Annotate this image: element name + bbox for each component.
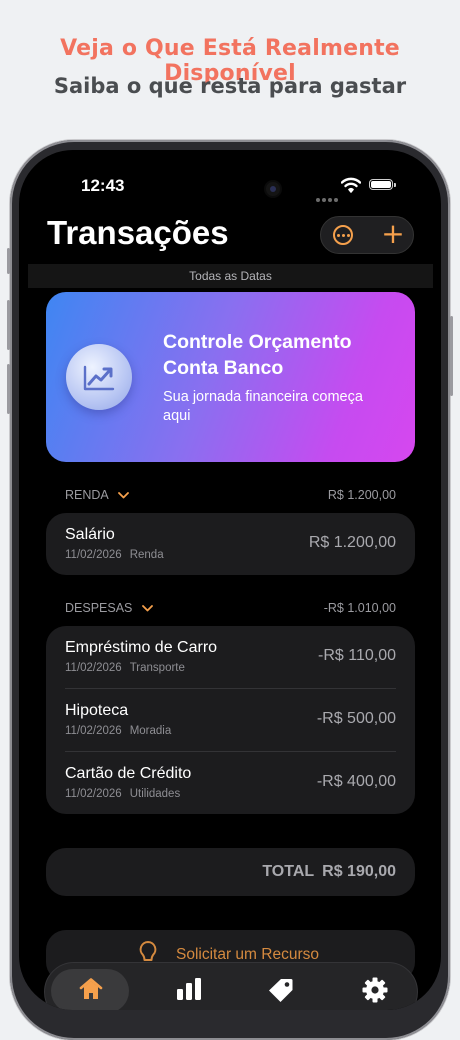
phone-action-button	[7, 248, 10, 274]
income-section-total: R$ 1.200,00	[327, 488, 396, 502]
date-filter[interactable]: Todas as Datas	[28, 264, 433, 288]
transaction-amount: -R$ 500,00	[316, 710, 396, 727]
transaction-category: Renda	[129, 549, 164, 561]
income-card: Salário 11/02/2026 Renda R$ 1.200,00	[46, 513, 415, 575]
signal-icon	[316, 187, 342, 202]
phone-volume-down-button	[7, 364, 10, 414]
wifi-icon	[341, 177, 361, 193]
expenses-section-label: DESPESAS	[65, 601, 133, 615]
chevron-down-icon	[117, 492, 129, 499]
chevron-down-icon	[141, 605, 153, 612]
transaction-row[interactable]: Hipoteca 11/02/2026 Moradia -R$ 500,00	[46, 689, 415, 751]
tab-settings[interactable]	[335, 969, 413, 1010]
battery-icon	[369, 179, 396, 190]
transaction-category: Moradia	[129, 725, 172, 737]
transaction-meta: 11/02/2026 Renda	[65, 549, 164, 561]
tab-home[interactable]	[51, 969, 129, 1010]
home-icon	[79, 978, 103, 999]
chart-bars-icon	[177, 978, 201, 1000]
promo-subheadline: Saiba o que resta para gastar	[53, 74, 407, 98]
expenses-section-total: -R$ 1.010,00	[323, 601, 396, 615]
total-label-text: TOTAL	[262, 863, 315, 880]
income-section-label: RENDA	[65, 488, 109, 502]
page-title: Transações	[47, 214, 229, 251]
banner-title: Controle Orçamento Conta Banco	[163, 331, 352, 379]
tab-bar	[44, 962, 418, 1010]
phone-screen: 12:43 Transações + Todas as Datas Contro…	[19, 150, 441, 1010]
phone-side-button	[450, 316, 453, 396]
growth-chart-icon	[66, 344, 132, 410]
total-label: TOTAL R$ 190,00	[254, 863, 396, 881]
transaction-amount: R$ 1.200,00	[308, 534, 396, 551]
status-time: 12:43	[81, 176, 125, 195]
transaction-name: Hipoteca	[65, 702, 129, 719]
header-actions: +	[320, 216, 414, 254]
banner-subtitle: Sua jornada financeira começa aqui	[163, 389, 363, 424]
transaction-date: 11/02/2026	[65, 788, 122, 800]
add-transaction-button[interactable]: +	[379, 220, 407, 249]
transaction-meta: 11/02/2026 Utilidades	[65, 788, 180, 800]
transaction-category: Utilidades	[129, 788, 181, 800]
transaction-date: 11/02/2026	[65, 725, 122, 737]
expenses-section-toggle[interactable]: DESPESAS	[65, 601, 153, 615]
expenses-card: Empréstimo de Carro 11/02/2026 Transporte…	[46, 626, 415, 814]
transaction-name: Cartão de Crédito	[65, 765, 192, 782]
transaction-row[interactable]: Salário 11/02/2026 Renda R$ 1.200,00	[46, 513, 415, 575]
transaction-meta: 11/02/2026 Transporte	[65, 662, 185, 674]
transaction-date: 11/02/2026	[65, 549, 122, 561]
transaction-category: Transporte	[129, 662, 185, 674]
more-options-button[interactable]	[333, 225, 353, 245]
promo-banner[interactable]: Controle Orçamento Conta Banco Sua jorna…	[46, 292, 415, 462]
total-summary: TOTAL R$ 190,00	[46, 848, 415, 896]
transaction-row[interactable]: Cartão de Crédito 11/02/2026 Utilidades -…	[46, 752, 415, 814]
tab-categories[interactable]	[241, 969, 319, 1010]
transaction-name: Salário	[65, 526, 115, 543]
transaction-date: 11/02/2026	[65, 662, 122, 674]
transaction-row[interactable]: Empréstimo de Carro 11/02/2026 Transporte…	[46, 626, 415, 688]
tag-icon	[269, 979, 293, 1002]
transaction-meta: 11/02/2026 Moradia	[65, 725, 171, 737]
total-value: R$ 190,00	[322, 863, 396, 880]
transaction-amount: -R$ 110,00	[318, 647, 396, 664]
gear-icon	[362, 977, 388, 1003]
phone-volume-up-button	[7, 300, 10, 350]
transaction-name: Empréstimo de Carro	[65, 639, 218, 656]
camera-icon	[264, 180, 282, 198]
income-section-toggle[interactable]: RENDA	[65, 488, 129, 502]
transaction-amount: -R$ 400,00	[316, 773, 396, 790]
tab-reports[interactable]	[149, 969, 227, 1010]
